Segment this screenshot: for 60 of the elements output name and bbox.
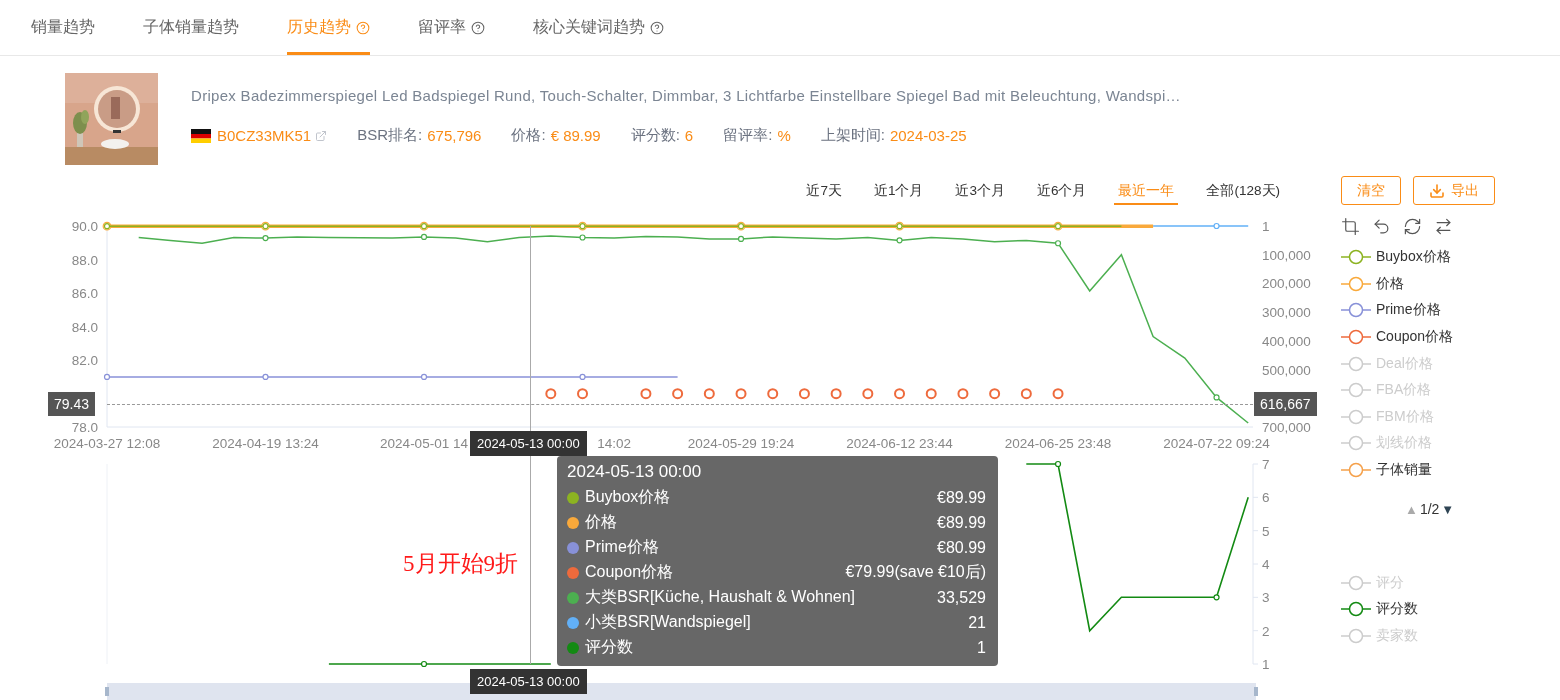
tooltip-value: €80.99 [937,538,986,557]
tooltip-value: 21 [968,613,986,632]
axis-label: 400,000 [1262,333,1311,349]
pointer-date-label: 2024-05-13 00:00 [470,431,587,456]
axis-label: 1 [1262,657,1270,672]
axis-label: 88.0 [71,252,98,268]
stat-value: 2024-03-25 [889,127,967,144]
tooltip-label: 小类BSR[Wandspiegel] [585,612,752,632]
axis-label: 2024-06-12 23:44 [846,436,953,451]
axis-label: 2024-07-22 09:24 [1163,436,1270,451]
axis-label: 5 [1262,523,1270,539]
axis-label: 3 [1262,590,1270,606]
tooltip-label: Buybox价格 [585,487,672,507]
page-indicator: 1/2 [1419,501,1440,518]
axis-label: 100,000 [1262,247,1311,263]
axis-label: 2024-05-29 19:24 [687,436,795,451]
axis-label: 500,000 [1262,362,1311,378]
tooltip-label: Coupon价格 [585,562,675,582]
axis-label: 2024-05-01 14 [380,436,468,451]
axis-label: 2024-03-27 12:08 [53,436,161,451]
product-title: Dripex Badezimmerspiegel Led Badspiegel Rund, Touch-Schalter, Dimmbar, 3 Lichtfarbe Einstellbare Spiegel Bad mit Beleuchtung, Wandspi… [191,87,1181,104]
axis-label: 82.0 [71,353,98,368]
stat-label: 上架时间: [820,126,885,145]
axis-label: 90.0 [71,219,98,234]
pointer-date-label: 2024-05-13 00:00 [470,669,587,694]
stat-value: % [777,127,791,144]
axis-label: 84.0 [71,319,98,335]
axis-label: 7 [1262,457,1270,472]
axis-label: 2 [1262,623,1270,639]
tooltip-label: 评分数 [585,637,634,657]
axis-label: 78.0 [71,420,98,435]
stat-label: 价格: [511,126,546,145]
tooltip-value: €79.99(save €10后) [845,562,986,582]
stat-value: € 89.99 [550,127,601,144]
tooltip-label: 价格 [585,512,618,532]
axis-label: 2024-06-25 23:48 [1004,436,1112,451]
axis-label: 4 [1262,557,1270,572]
stat-label: 评分数: [630,126,680,145]
axis-label: 1 [1262,219,1270,234]
stat-value: 6 [684,127,694,144]
pointer-value-label: 616,667 [1254,392,1317,416]
axis-label: 6 [1262,490,1270,506]
tooltip-value: 1 [977,638,986,657]
axis-label: 200,000 [1262,276,1311,292]
axis-label: 86.0 [71,286,98,301]
tooltip-label: 大类BSR[Küche, Haushalt & Wohnen] [585,587,857,607]
stat-label: BSR排名: [357,126,423,145]
tooltip-label: Prime价格 [585,537,660,557]
axis-label: 700,000 [1262,420,1311,435]
axis-label: 14:02 [597,436,632,451]
stat-value: 675,796 [427,127,482,144]
stat-label: 留评率: [723,126,773,145]
axis-label: 300,000 [1262,305,1311,321]
tooltip-value: €89.99 [937,513,986,532]
tooltip-value: €89.99 [937,488,986,507]
pointer-value-label: 79.43 [48,392,96,416]
tooltip-value: 33,529 [937,588,986,607]
annotation-text: 5月开始9折 [403,551,518,576]
tooltip-title: 2024-05-13 00:00 [567,461,703,483]
axis-label: 2024-04-19 13:24 [212,436,319,451]
